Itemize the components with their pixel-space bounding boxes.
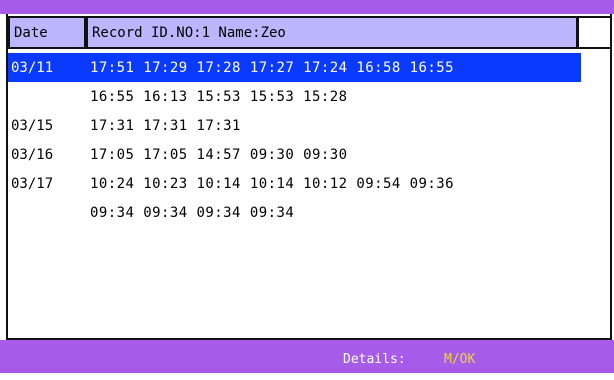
header-blank-cell xyxy=(577,16,612,49)
row-times: 17:31 17:31 17:31 xyxy=(90,117,241,134)
row-times: 16:55 16:13 15:53 15:53 15:28 xyxy=(90,88,348,105)
details-label: Details: xyxy=(343,352,406,367)
record-row[interactable]: 03/17 10:24 10:23 10:14 10:14 10:12 09:5… xyxy=(8,169,581,198)
row-date: 03/16 xyxy=(11,146,54,163)
record-row[interactable]: 16:55 16:13 15:53 15:53 15:28 xyxy=(8,82,581,111)
row-date: 03/15 xyxy=(11,117,54,134)
row-times: 09:34 09:34 09:34 09:34 xyxy=(90,204,295,221)
table-header: Date Record ID.NO:1 Name:Zeo xyxy=(8,16,612,49)
record-row[interactable]: 03/15 17:31 17:31 17:31 xyxy=(8,111,581,140)
date-column-header: Date xyxy=(8,16,86,49)
record-row[interactable]: 03/11 17:51 17:29 17:28 17:27 17:24 16:5… xyxy=(8,53,581,82)
record-row[interactable]: 03/16 17:05 17:05 14:57 09:30 09:30 xyxy=(8,140,581,169)
row-times: 10:24 10:23 10:14 10:14 10:12 09:54 09:3… xyxy=(90,175,455,192)
attendance-record-screen: Date Record ID.NO:1 Name:Zeo 03/11 17:51… xyxy=(0,0,614,373)
bottom-status-bar: Details: M/OK xyxy=(0,340,614,373)
row-times: 17:05 17:05 14:57 09:30 09:30 xyxy=(90,146,348,163)
row-times: 17:51 17:29 17:28 17:27 17:24 16:58 16:5… xyxy=(90,59,455,76)
top-status-bar xyxy=(0,0,614,14)
row-date: 03/11 xyxy=(11,59,54,76)
record-info-header: Record ID.NO:1 Name:Zeo xyxy=(85,16,578,49)
record-row[interactable]: 09:34 09:34 09:34 09:34 xyxy=(8,198,581,227)
row-date: 03/17 xyxy=(11,175,54,192)
details-key-hint[interactable]: M/OK xyxy=(444,340,475,373)
